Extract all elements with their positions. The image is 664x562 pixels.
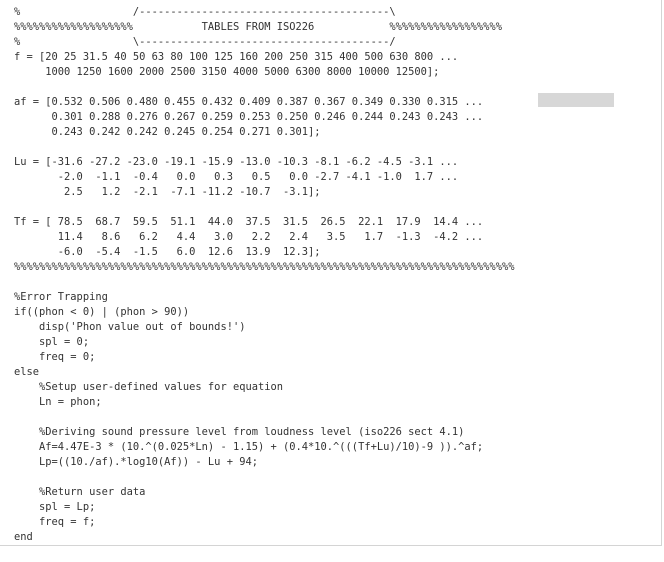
code-line: -6.0 -5.4 -1.5 6.0 12.6 13.9 12.3];: [14, 246, 321, 258]
code-line: %Setup user-defined values for equation: [14, 381, 283, 393]
code-line: 0.243 0.242 0.242 0.245 0.254 0.271 0.30…: [14, 126, 321, 138]
code-line: Lp=((10./af).*log10(Af)) - Lu + 94;: [14, 456, 258, 468]
code-line: %Return user data: [14, 486, 146, 498]
code-line: freq = 0;: [14, 351, 96, 363]
code-line: if((phon < 0) | (phon > 90)): [14, 306, 190, 318]
code-line: Tf = [ 78.5 68.7 59.5 51.1 44.0 37.5 31.…: [14, 216, 484, 228]
code-line: f = [20 25 31.5 40 50 63 80 100 125 160 …: [14, 51, 459, 63]
code-line: spl = Lp;: [14, 501, 96, 513]
code-line: Lu = [-31.6 -27.2 -23.0 -19.1 -15.9 -13.…: [14, 156, 459, 168]
code-line: % /-------------------------------------…: [14, 6, 396, 18]
code-line: end: [14, 531, 33, 543]
code-line: Af=4.47E-3 * (10.^(0.025*Ln) - 1.15) + (…: [14, 441, 484, 453]
code-line: freq = f;: [14, 516, 96, 528]
code-line: spl = 0;: [14, 336, 90, 348]
selection-highlight: [538, 93, 614, 107]
code-line: 11.4 8.6 6.2 4.4 3.0 2.2 2.4 3.5 1.7 -1.…: [14, 231, 484, 243]
code-line: %Deriving sound pressure level from loud…: [14, 426, 465, 438]
code-panel: % /-------------------------------------…: [0, 0, 662, 546]
code-line: 2.5 1.2 -2.1 -7.1 -11.2 -10.7 -3.1];: [14, 186, 321, 198]
matlab-code-block[interactable]: % /-------------------------------------…: [14, 5, 514, 545]
code-line: -2.0 -1.1 -0.4 0.0 0.3 0.5 0.0 -2.7 -4.1…: [14, 171, 459, 183]
code-line: 1000 1250 1600 2000 2500 3150 4000 5000 …: [14, 66, 440, 78]
code-line: af = [0.532 0.506 0.480 0.455 0.432 0.40…: [14, 96, 484, 108]
code-line: %Error Trapping: [14, 291, 108, 303]
code-line: % \-------------------------------------…: [14, 36, 396, 48]
code-line: %%%%%%%%%%%%%%%%%%% TABLES FROM ISO226 %…: [14, 21, 502, 33]
code-line: else: [14, 366, 40, 378]
code-line: %%%%%%%%%%%%%%%%%%%%%%%%%%%%%%%%%%%%%%%%…: [14, 261, 515, 273]
code-line: 0.301 0.288 0.276 0.267 0.259 0.253 0.25…: [14, 111, 484, 123]
code-line: Ln = phon;: [14, 396, 102, 408]
code-line: disp('Phon value out of bounds!'): [14, 321, 246, 333]
